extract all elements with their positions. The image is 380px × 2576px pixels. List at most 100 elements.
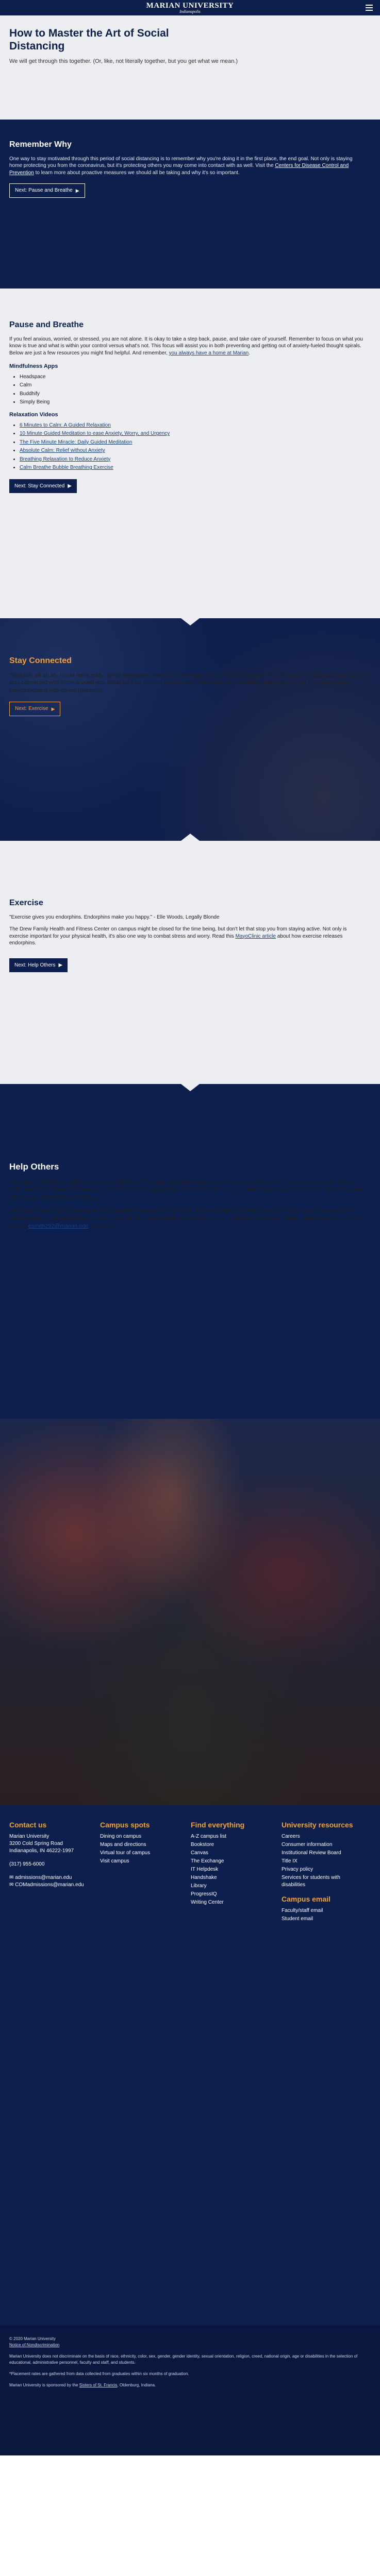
section-divider-notch [180, 618, 200, 625]
top-bar: MARIAN UNIVERSITY Indianapolis [0, 0, 380, 15]
footer-heading: Campus email [282, 1895, 331, 1903]
footer-link[interactable]: Maps and directions [100, 1841, 183, 1849]
footer-link[interactable]: Consumer information [282, 1841, 364, 1849]
phone-link[interactable]: (317) 955-6000 [9, 1861, 92, 1868]
copyright: © 2020 Marian University Notice of Nondis… [9, 2336, 60, 2347]
list-item: Absolute Calm: Relief without Anxiety [20, 447, 371, 454]
next-exercise-button[interactable]: Next: Exercise ▶ [9, 702, 61, 716]
list-item: The Five Minute Miracle: Daily Guided Me… [20, 439, 371, 446]
remember-why-title: Remember Why [9, 140, 72, 149]
logo-city: Indianapolis [179, 9, 201, 14]
next-help-others-button[interactable]: Next: Help Others ▶ [9, 958, 68, 973]
video-link[interactable]: The Five Minute Miracle: Daily Guided Me… [20, 439, 132, 445]
list-item: Calm [20, 382, 371, 389]
arrow-right-icon: ▶ [75, 188, 79, 193]
sponsor-note: Marian University is sponsored by the Si… [9, 2383, 156, 2387]
mindfulness-apps-heading: Mindfulness Apps [9, 363, 58, 370]
footer-text: 3200 Cold Spring Road [9, 1841, 63, 1846]
footer-link[interactable]: Student email [282, 1916, 364, 1923]
exercise-section: Exercise "Exercise gives you endorphins.… [0, 834, 380, 1091]
footer-link[interactable]: Library [191, 1883, 273, 1890]
video-link[interactable]: Absolute Calm: Relief without Anxiety [20, 448, 105, 453]
pause-breathe-section: Pause and Breathe If you feel anxious, w… [0, 289, 380, 625]
mail-icon: ✉ [9, 1875, 15, 1880]
footer-link[interactable]: A-Z campus list [191, 1833, 273, 1840]
list-item: Calm Breathe Bubble Breathing Exercise [20, 464, 371, 471]
footer-email[interactable]: ✉ COMadmissions@marian.edu [9, 1882, 92, 1889]
arrow-right-icon: ▶ [51, 706, 55, 711]
hamburger-icon[interactable] [366, 5, 373, 11]
mindfulness-apps-list: Headspace Calm Buddhify Simply Being [9, 374, 371, 406]
stay-connected-section: Stay Connected "Rah rah, ah ah ah, ro-ma… [0, 618, 380, 841]
exercise-quote: "Exercise gives you endorphins. Endorphi… [9, 914, 220, 920]
exercise-title: Exercise [9, 899, 43, 907]
stay-connected-body: "Rah rah, ah ah ah, ro-ma roma mah." Whi… [9, 672, 371, 694]
pause-breathe-title: Pause and Breathe [9, 320, 84, 329]
email-link[interactable]: esmith292@marian.edu [28, 1223, 89, 1229]
sisters-link[interactable]: Sisters of St. Francis [79, 2383, 118, 2387]
footer-find-everything: Find everything A-Z campus list Bookstor… [191, 1821, 273, 2326]
footer-link[interactable]: ProgressIQ [191, 1891, 273, 1898]
remember-why-body: One way to stay motivated through this p… [9, 156, 353, 176]
list-item: Buddhify [20, 391, 371, 398]
video-link[interactable]: 6 Minutes to Calm: A Guided Relaxation [20, 422, 111, 428]
next-pause-button[interactable]: Next: Pause and Breathe ▶ [9, 183, 85, 198]
footer-link[interactable]: Services for students with disabilities [282, 1874, 364, 1889]
footer-link[interactable]: The Exchange [191, 1858, 273, 1865]
footer-link[interactable]: Virtual tour of campus [100, 1850, 183, 1857]
home-at-marian-link[interactable]: you always have a home at Marian [169, 350, 249, 356]
next-stay-connected-button[interactable]: Next: Stay Connected ▶ [9, 479, 77, 494]
footer-heading: Find everything [191, 1821, 245, 1829]
footer-link[interactable]: Bookstore [191, 1841, 273, 1849]
relaxation-videos-list: 6 Minutes to Calm: A Guided Relaxation 1… [9, 422, 371, 471]
remember-why-section: Remember Why One way to stay motivated t… [0, 120, 380, 296]
list-item: Simply Being [20, 399, 371, 406]
video-link[interactable]: Breathing Relaxation to Reduce Anxiety [20, 456, 110, 462]
mayoclinic-link[interactable]: MayoClinic article [236, 934, 276, 939]
arrow-right-icon: ▶ [68, 483, 72, 489]
video-link[interactable]: Calm Breathe Bubble Breathing Exercise [20, 465, 113, 470]
footer-link[interactable]: Writing Center [191, 1899, 273, 1906]
footer-heading: University resources [282, 1821, 353, 1829]
site-footer: Contact us Marian University 3200 Cold S… [0, 1805, 380, 2326]
video-link[interactable]: 10 Minute Guided Meditation to ease Anxi… [20, 431, 170, 436]
footer-link[interactable]: Title IX [282, 1858, 364, 1865]
footer-university-resources: University resources Careers Consumer in… [282, 1821, 364, 2326]
relaxation-videos-heading: Relaxation Videos [9, 411, 58, 418]
placement-note: *Placement rates are gathered from data … [9, 2371, 189, 2376]
footer-link[interactable]: IT Helpdesk [191, 1866, 273, 1873]
footer-heading: Campus spots [100, 1821, 150, 1829]
footer-text: Indianapolis, IN 46222-1997 [9, 1848, 74, 1854]
footer-link[interactable]: Visit campus [100, 1858, 183, 1865]
footer-link[interactable]: Dining on campus [100, 1833, 183, 1840]
help-others-body-1: Helping one another in solidarity is a p… [9, 1178, 362, 1200]
footer-link[interactable]: Institutional Review Board [282, 1850, 364, 1857]
footer-link[interactable]: Careers [282, 1833, 364, 1840]
section-divider-notch [180, 834, 200, 841]
exercise-body: The Drew Family Health and Fitness Cente… [9, 926, 347, 946]
help-others-title: Help Others [9, 1162, 59, 1172]
list-item: 6 Minutes to Calm: A Guided Relaxation [20, 422, 371, 429]
background-photo [0, 1419, 380, 1805]
nondiscrimination-link[interactable]: Notice of Nondiscrimination [9, 2343, 59, 2347]
footer-link[interactable]: Faculty/staff email [282, 1907, 364, 1914]
list-item: Breathing Relaxation to Reduce Anxiety [20, 456, 371, 463]
section-divider-notch [180, 1084, 200, 1091]
footer-contact: Contact us Marian University 3200 Cold S… [9, 1821, 92, 2326]
footer-text: Marian University [9, 1834, 49, 1839]
page-title: How to Master the Art of Social Distanci… [9, 27, 169, 52]
logo-name: MARIAN UNIVERSITY [146, 1, 234, 10]
footer-link[interactable]: Canvas [191, 1850, 273, 1857]
footer-campus-spots: Campus spots Dining on campus Maps and d… [100, 1821, 183, 2326]
footer-link[interactable]: Privacy policy [282, 1866, 364, 1873]
page-subtitle: We will get through this together. (Or, … [9, 58, 238, 64]
pause-breathe-body: If you feel anxious, worried, or stresse… [9, 336, 363, 356]
help-others-section: Help Others Helping one another in solid… [0, 1084, 380, 1805]
footer-heading: Contact us [9, 1821, 47, 1829]
footer-email[interactable]: ✉ admissions@marian.edu [9, 1874, 92, 1882]
legal-notice: © 2020 Marian University Notice of Nondis… [0, 2326, 380, 2455]
help-others-body-2: Interested in helping but looking for a … [9, 1208, 361, 1230]
university-logo[interactable]: MARIAN UNIVERSITY Indianapolis [146, 2, 234, 14]
stay-connected-title: Stay Connected [9, 656, 72, 665]
footer-link[interactable]: Handshake [191, 1874, 273, 1882]
